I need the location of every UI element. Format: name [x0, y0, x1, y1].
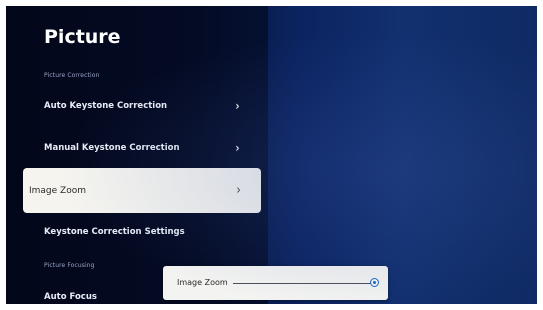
menu-item-auto-keystone[interactable]: Auto Keystone Correction › [44, 97, 240, 115]
menu-item-label: Image Zoom [29, 185, 86, 196]
image-zoom-label: Image Zoom [177, 278, 228, 287]
menu-item-manual-keystone[interactable]: Manual Keystone Correction › [44, 139, 240, 157]
settings-panel: Picture Picture Correction Auto Keystone… [6, 6, 268, 304]
menu-item-label: Manual Keystone Correction [44, 143, 180, 153]
chevron-right-icon: › [236, 183, 241, 198]
section-header-picture-correction: Picture Correction [44, 72, 100, 79]
tv-screen: Picture Picture Correction Auto Keystone… [6, 6, 537, 304]
menu-item-image-zoom[interactable]: Image Zoom › [23, 168, 261, 213]
slider-handle[interactable] [370, 278, 379, 287]
menu-item-label: Auto Keystone Correction [44, 101, 168, 111]
image-zoom-slider[interactable] [233, 278, 379, 287]
page-title: Picture [44, 26, 121, 48]
menu-item-keystone-settings[interactable]: Keystone Correction Settings [44, 223, 240, 241]
image-zoom-dialog: Image Zoom [163, 266, 388, 300]
chevron-right-icon: › [235, 99, 240, 113]
section-header-picture-focusing: Picture Focusing [44, 262, 95, 269]
menu-item-label: Keystone Correction Settings [44, 227, 185, 237]
menu-item-label: Auto Focus [44, 292, 97, 302]
chevron-right-icon: › [235, 141, 240, 155]
